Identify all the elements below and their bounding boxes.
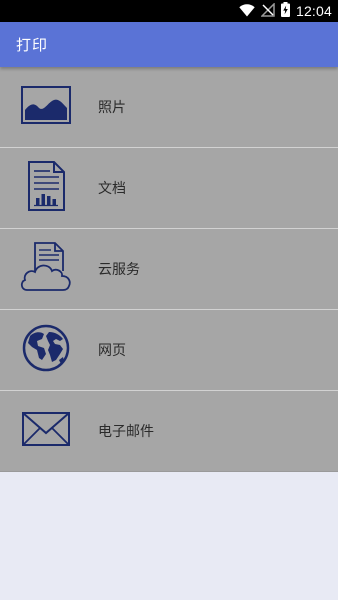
wifi-icon bbox=[239, 2, 255, 21]
menu-item-label: 网页 bbox=[98, 343, 126, 359]
cloud-service-icon bbox=[19, 241, 73, 297]
page-title: 打印 bbox=[16, 36, 49, 54]
menu-item-label: 文档 bbox=[98, 181, 126, 197]
photo-icon bbox=[21, 86, 71, 128]
app-bar: 打印 bbox=[0, 22, 338, 67]
globe-icon bbox=[22, 324, 70, 376]
menu-item-label: 云服务 bbox=[98, 262, 140, 278]
menu-item-label: 照片 bbox=[98, 100, 126, 116]
menu-item-email[interactable]: 电子邮件 bbox=[0, 391, 338, 472]
status-time: 12:04 bbox=[295, 3, 332, 19]
envelope-icon bbox=[22, 412, 70, 450]
menu-item-label: 电子邮件 bbox=[98, 424, 154, 440]
menu-item-document[interactable]: 文档 bbox=[0, 148, 338, 229]
print-source-list: 照片 文档 云服务 网页 电子邮件 bbox=[0, 67, 338, 472]
battery-charging-icon bbox=[280, 1, 290, 21]
no-signal-icon bbox=[260, 1, 275, 21]
menu-item-webpage[interactable]: 网页 bbox=[0, 310, 338, 391]
menu-item-cloud-service[interactable]: 云服务 bbox=[0, 229, 338, 310]
status-bar: 12:04 bbox=[0, 0, 338, 22]
menu-item-photo[interactable]: 照片 bbox=[0, 67, 338, 148]
document-icon bbox=[26, 161, 66, 215]
